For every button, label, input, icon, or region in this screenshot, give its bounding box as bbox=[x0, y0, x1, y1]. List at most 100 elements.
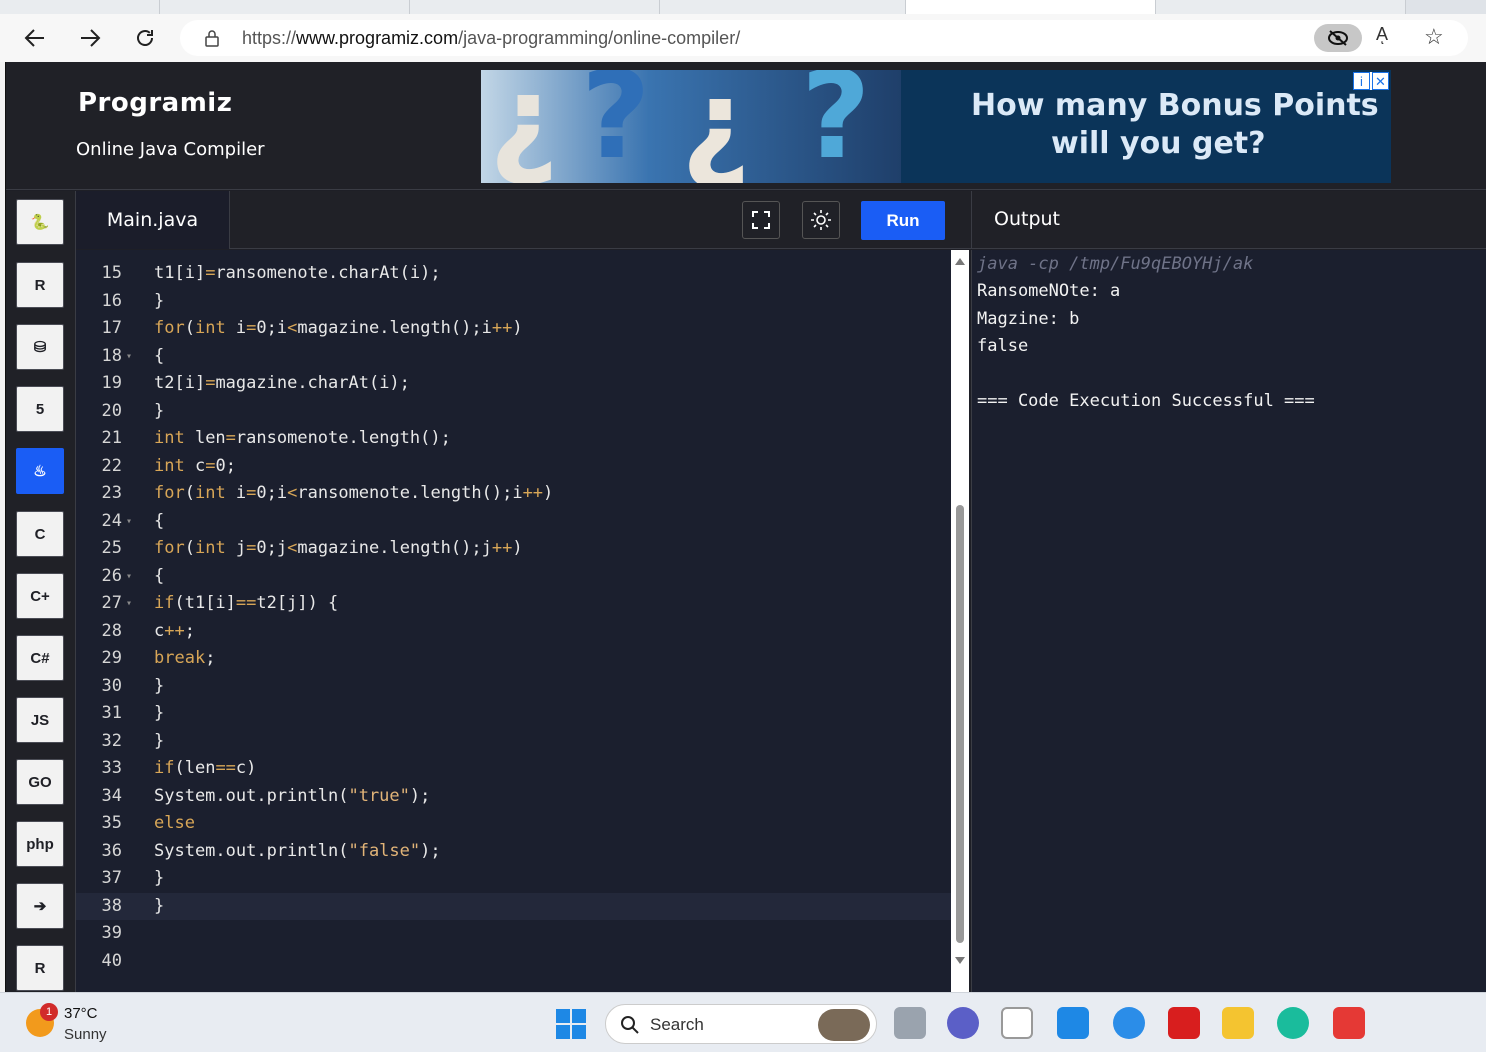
scroll-down-icon[interactable] bbox=[955, 957, 965, 964]
code-line[interactable]: 18 ▾ { bbox=[76, 343, 951, 371]
swift-lang-button[interactable]: ➔ bbox=[16, 883, 64, 929]
code-text: { bbox=[154, 345, 165, 366]
code-text: { bbox=[154, 510, 165, 531]
code-line[interactable]: 25 for(int j=0;j<magazine.length();j++) bbox=[76, 535, 951, 563]
code-line[interactable]: 28 c++; bbox=[76, 618, 951, 646]
tracking-prevention-button[interactable] bbox=[1314, 24, 1362, 52]
code-line[interactable]: 36 System.out.println("false"); bbox=[76, 838, 951, 866]
line-number: 15 bbox=[101, 263, 122, 283]
read-aloud-button[interactable]: Aͅ bbox=[1376, 24, 1388, 45]
r-lang-button[interactable]: R bbox=[16, 262, 64, 308]
task-view-icon[interactable] bbox=[894, 1007, 926, 1039]
myhp-icon[interactable] bbox=[1057, 1007, 1089, 1039]
fold-toggle-icon[interactable]: ▾ bbox=[126, 590, 132, 618]
forward-button[interactable] bbox=[73, 23, 107, 53]
line-number: 21 bbox=[101, 428, 122, 448]
code-line-partial bbox=[76, 250, 951, 261]
browser-tab-active[interactable] bbox=[906, 0, 1156, 14]
line-number: 27 bbox=[101, 593, 122, 613]
ad-close-icon[interactable]: ✕ bbox=[1372, 72, 1389, 90]
code-line[interactable]: 34 System.out.println("true"); bbox=[76, 783, 951, 811]
scrollbar-thumb[interactable] bbox=[956, 505, 964, 943]
windows-start-icon[interactable] bbox=[556, 1009, 586, 1039]
editor-scrollbar[interactable] bbox=[951, 250, 969, 992]
weather-condition[interactable]: Sunny bbox=[64, 1026, 107, 1043]
rust-lang-button[interactable]: R bbox=[16, 945, 64, 991]
code-line[interactable]: 20} bbox=[76, 398, 951, 426]
fold-toggle-icon[interactable]: ▾ bbox=[126, 563, 132, 591]
favorite-star-icon[interactable]: ☆ bbox=[1424, 24, 1444, 50]
url-text: https://www.programiz.com/java-programmi… bbox=[242, 28, 741, 48]
meet-chat-icon[interactable] bbox=[947, 1007, 979, 1039]
code-line[interactable]: 19 t2[i]=magazine.charAt(i); bbox=[76, 370, 951, 398]
code-line[interactable]: 33 if(len==c) bbox=[76, 755, 951, 783]
browser-tab[interactable] bbox=[1156, 0, 1406, 14]
java-lang-button[interactable]: ♨ bbox=[16, 448, 64, 494]
output-line: RansomeNOte: a bbox=[977, 281, 1121, 301]
browser-tab[interactable] bbox=[0, 0, 160, 14]
run-button[interactable]: Run bbox=[861, 201, 945, 240]
html-lang-button[interactable]: 5 bbox=[16, 386, 64, 432]
cpp-lang-button[interactable]: C+ bbox=[16, 573, 64, 619]
fold-toggle-icon[interactable]: ▾ bbox=[126, 343, 132, 371]
code-editor[interactable]: 15 t1[i]=ransomenote.charAt(i); 16} 17 for(i… bbox=[76, 250, 951, 992]
code-text: for(int i=0;i<magazine.length();i++) bbox=[154, 318, 523, 338]
c-lang-button[interactable]: C bbox=[16, 511, 64, 557]
weather-temperature[interactable]: 37°C bbox=[64, 1005, 98, 1022]
csharp-lang-button[interactable]: C# bbox=[16, 635, 64, 681]
code-line[interactable]: 24 ▾ { bbox=[76, 508, 951, 536]
code-line[interactable]: 22 int c=0; bbox=[76, 453, 951, 481]
code-line[interactable]: 39 bbox=[76, 920, 951, 948]
code-line[interactable]: 17 for(int i=0;i<magazine.length();i++) bbox=[76, 315, 951, 343]
code-text: } bbox=[154, 868, 165, 888]
scroll-up-icon[interactable] bbox=[955, 258, 965, 265]
back-arrow-icon bbox=[24, 29, 44, 47]
programiz-logo[interactable]: Programiz bbox=[78, 88, 232, 118]
code-line[interactable]: 30} bbox=[76, 673, 951, 701]
taskbar-search[interactable]: Search bbox=[605, 1004, 877, 1044]
ad-info-icon[interactable]: i bbox=[1353, 72, 1370, 90]
file-tab-main-java[interactable]: Main.java bbox=[76, 191, 230, 249]
wps-office-icon[interactable] bbox=[1333, 1007, 1365, 1039]
edge-browser-icon[interactable] bbox=[1277, 1007, 1309, 1039]
code-line[interactable]: 38} bbox=[76, 892, 951, 920]
file-explorer-icon[interactable] bbox=[1222, 1007, 1254, 1039]
advertisement-banner[interactable]: ¿ ? ¿ ? How many Bonus Points will you g… bbox=[481, 70, 1391, 183]
js-lang-button[interactable]: JS bbox=[16, 697, 64, 743]
fold-toggle-icon[interactable]: ▾ bbox=[126, 508, 132, 536]
code-line[interactable]: 40 bbox=[76, 948, 951, 976]
code-line[interactable]: 27 ▾ if(t1[i]==t2[j]) { bbox=[76, 590, 951, 618]
code-line[interactable]: 37} bbox=[76, 865, 951, 893]
code-line[interactable]: 32} bbox=[76, 728, 951, 756]
php-lang-button[interactable]: php bbox=[16, 821, 64, 867]
line-number: 37 bbox=[101, 868, 122, 888]
mcafee-icon[interactable] bbox=[1168, 1007, 1200, 1039]
code-line[interactable]: 29 break; bbox=[76, 645, 951, 673]
address-bar[interactable]: https://www.programiz.com/java-programmi… bbox=[180, 20, 1468, 56]
back-button[interactable] bbox=[18, 23, 52, 53]
refresh-button[interactable] bbox=[128, 23, 162, 53]
store-icon[interactable] bbox=[1001, 1007, 1033, 1039]
help-icon[interactable] bbox=[1113, 1007, 1145, 1039]
code-text: else bbox=[154, 813, 195, 833]
line-number: 17 bbox=[101, 318, 122, 338]
taskbar: 1 37°C Sunny Search bbox=[0, 992, 1486, 1052]
code-line[interactable]: 31} bbox=[76, 700, 951, 728]
fullscreen-button[interactable] bbox=[742, 201, 780, 239]
refresh-icon bbox=[137, 30, 153, 46]
sql-lang-button[interactable]: ⛁ bbox=[16, 324, 64, 370]
browser-tab[interactable] bbox=[160, 0, 410, 14]
theme-toggle-button[interactable] bbox=[802, 201, 840, 239]
line-number: 31 bbox=[101, 703, 122, 723]
code-line[interactable]: 23 for(int i=0;i<ransomenote.length();i++… bbox=[76, 480, 951, 508]
code-line[interactable]: 15 t1[i]=ransomenote.charAt(i); bbox=[76, 260, 951, 288]
code-line[interactable]: 35 else bbox=[76, 810, 951, 838]
browser-tab[interactable] bbox=[410, 0, 660, 14]
code-line[interactable]: 21 int len=ransomenote.length(); bbox=[76, 425, 951, 453]
go-lang-button[interactable]: GO bbox=[16, 759, 64, 805]
code-line[interactable]: 16} bbox=[76, 288, 951, 316]
code-text: System.out.println("true"); bbox=[154, 785, 431, 806]
python-lang-button[interactable]: 🐍 bbox=[16, 199, 64, 245]
browser-tab[interactable] bbox=[660, 0, 906, 14]
code-line[interactable]: 26 ▾ { bbox=[76, 563, 951, 591]
